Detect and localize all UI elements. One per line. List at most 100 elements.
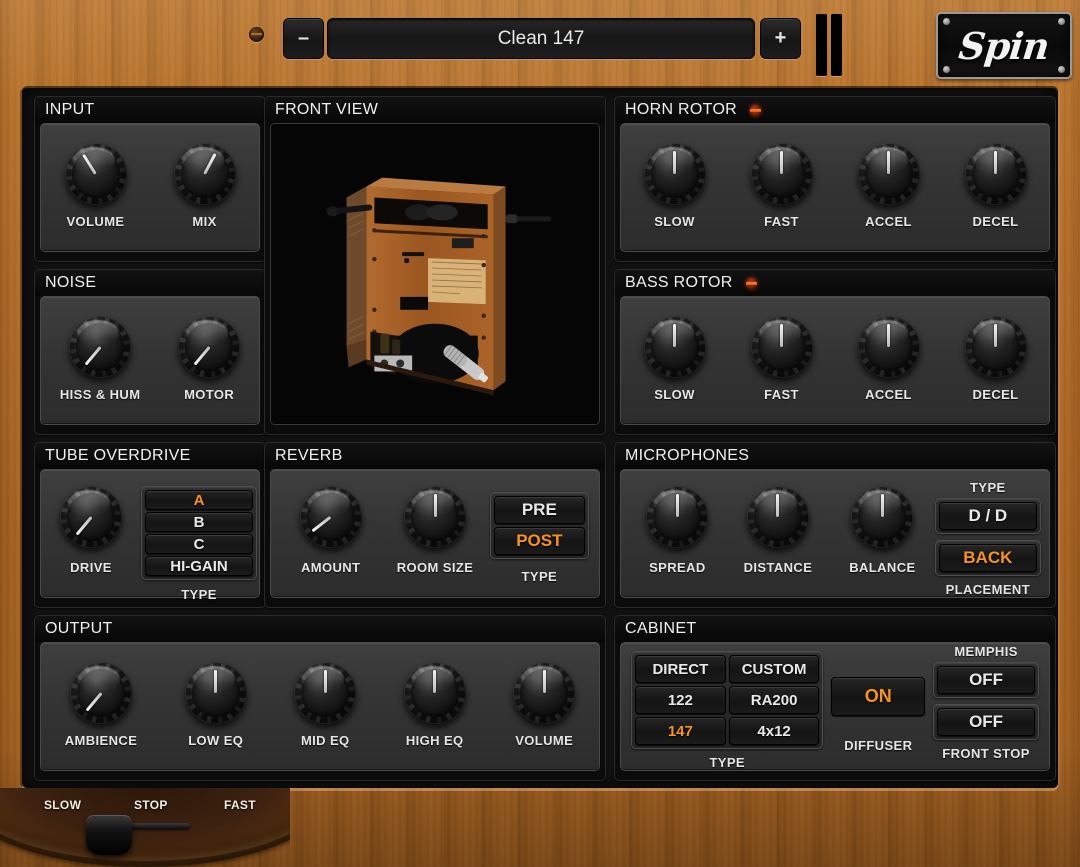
reverb-type-post-button[interactable]: POST [494,527,585,555]
knob-dial[interactable] [858,143,920,205]
knob-dial[interactable] [294,662,356,724]
knob-dial[interactable] [646,486,708,548]
knob-horn-slow[interactable]: SLOW [644,143,706,229]
panel-title-text: HORN ROTOR [625,97,737,123]
tube-type-c-button[interactable]: C [145,534,253,554]
mic-placement-group: BACK [935,540,1041,576]
knob-dial[interactable] [644,143,706,205]
knob-dial[interactable] [69,316,131,378]
front-stop-group: OFF [933,704,1039,740]
knob-dial[interactable] [751,316,813,378]
knob-dial[interactable] [70,662,132,724]
speed-lever-knob[interactable] [86,815,132,855]
mic-placement-button[interactable]: BACK [939,544,1037,572]
preset-next-button[interactable]: + [760,18,801,59]
mic-type-button[interactable]: D / D [939,502,1037,530]
knob-pointer [543,670,546,693]
knob-dial[interactable] [178,316,240,378]
cabinet-type-147-button[interactable]: 147 [635,717,726,745]
knob-tube-drive[interactable]: DRIVE [41,486,141,602]
knob-horn-decel[interactable]: DECEL [965,143,1027,229]
knob-output-low-eq[interactable]: LOW EQ [185,662,247,748]
knob-dial[interactable] [965,316,1027,378]
panel-title-text: BASS ROTOR [625,270,733,296]
panel-title-horn-rotor: HORN ROTOR [615,97,1055,123]
cabinet-type-custom-button[interactable]: CUSTOM [729,655,820,683]
front-stop-toggle-button[interactable]: OFF [937,708,1035,736]
knob-label: MID EQ [301,733,350,748]
plugin-window: – Clean 147 + Spin INPUT [0,0,1080,867]
knob-label: MIX [192,214,216,229]
header-bar: – Clean 147 + Spin [0,0,1080,88]
knob-input-mix[interactable]: MIX [174,143,236,229]
knob-mic-distance[interactable]: DISTANCE [726,486,830,575]
panel-title-front-view: FRONT VIEW [265,97,605,123]
knob-noise-motor[interactable]: MOTOR [178,316,240,402]
knob-dial[interactable] [858,316,920,378]
knob-dial[interactable] [300,486,362,548]
knob-horn-accel[interactable]: ACCEL [858,143,920,229]
knob-label: DISTANCE [744,560,813,575]
power-led-icon[interactable] [749,104,762,117]
reverb-type-pre-button[interactable]: PRE [494,496,585,524]
panel-input: INPUT VOLUME [34,96,266,262]
preset-name-display[interactable]: Clean 147 [327,18,755,59]
screw-icon [943,66,950,73]
knob-label: BALANCE [849,560,915,575]
cabinet-type-122-button[interactable]: 122 [635,686,726,714]
power-led-icon[interactable] [745,277,758,290]
cabinet-type-4x12-button[interactable]: 4x12 [729,717,820,745]
mic-type-group: D / D [935,498,1041,534]
reverb-type-label: TYPE [490,569,589,584]
tube-type-hi-gain-button[interactable]: HI-GAIN [145,556,253,576]
rotary-speaker-cabinet-photo [271,124,599,424]
knob-mic-spread[interactable]: SPREAD [629,486,726,575]
knob-bass-accel[interactable]: ACCEL [858,316,920,402]
knob-dial[interactable] [965,143,1027,205]
knob-noise-hiss-hum[interactable]: HISS & HUM [60,316,141,402]
knob-dial[interactable] [851,486,913,548]
panel-front-view: FRONT VIEW [264,96,606,435]
knob-dial[interactable] [404,486,466,548]
knob-dial[interactable] [185,662,247,724]
knob-pointer [673,151,676,174]
cabinet-type-ra200-button[interactable]: RA200 [729,686,820,714]
knob-input-volume[interactable]: VOLUME [65,143,127,229]
panel-output: OUTPUT AMBIENCE [34,615,606,781]
knob-dial[interactable] [60,486,122,548]
knob-dial[interactable] [751,143,813,205]
knob-dial[interactable] [65,143,127,205]
tube-type-b-button[interactable]: B [145,512,253,532]
speed-lever-arm[interactable] [122,823,190,829]
knob-output-ambience[interactable]: AMBIENCE [65,662,138,748]
knob-reverb-amount[interactable]: AMOUNT [281,486,380,575]
knob-dial[interactable] [644,316,706,378]
cabinet-type-direct-button[interactable]: DIRECT [635,655,726,683]
preset-previous-button[interactable]: – [283,18,324,59]
knob-output-mid-eq[interactable]: MID EQ [294,662,356,748]
knob-dial[interactable] [747,486,809,548]
knob-output-volume[interactable]: VOLUME [513,662,575,748]
knob-horn-fast[interactable]: FAST [751,143,813,229]
knob-pointer [776,494,779,517]
diffuser-toggle-button[interactable]: ON [831,677,925,716]
panel-tube-overdrive: TUBE OVERDRIVE DRIVE A [34,442,266,608]
lever-label-slow: SLOW [44,798,81,812]
knob-label: HISS & HUM [60,387,141,402]
knob-bass-decel[interactable]: DECEL [965,316,1027,402]
panel-title-bass-rotor: BASS ROTOR [615,270,1055,296]
panel-title-reverb: REVERB [265,443,605,469]
knob-output-high-eq[interactable]: HIGH EQ [404,662,466,748]
knob-reverb-room-size[interactable]: ROOM SIZE [380,486,489,575]
knob-dial[interactable] [174,143,236,205]
memphis-toggle-button[interactable]: OFF [937,666,1035,694]
knob-mic-balance[interactable]: BALANCE [830,486,934,575]
knob-pointer [673,324,676,347]
knob-bass-slow[interactable]: SLOW [644,316,706,402]
knob-label: VOLUME [66,214,124,229]
knob-dial[interactable] [513,662,575,724]
tube-type-a-button[interactable]: A [145,490,253,510]
knob-bass-fast[interactable]: FAST [751,316,813,402]
knob-label: DRIVE [70,560,112,575]
knob-dial[interactable] [404,662,466,724]
